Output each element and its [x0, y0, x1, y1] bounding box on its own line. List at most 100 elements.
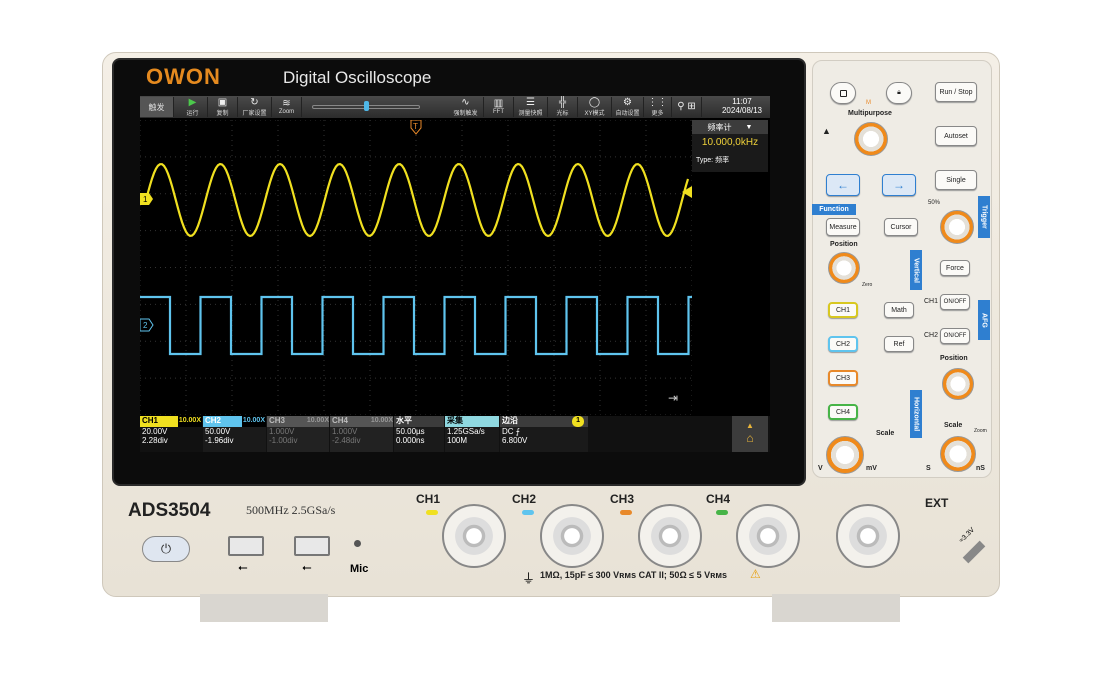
horizontal-position-knob[interactable]	[942, 368, 974, 400]
vertical-v-label: V	[818, 465, 823, 472]
math-button[interactable]: Math	[884, 302, 914, 318]
ch2-bnc-connector[interactable]	[540, 504, 604, 568]
timeline-position-marker[interactable]	[364, 101, 369, 111]
autoset-button[interactable]: Autoset	[935, 126, 977, 146]
toolbar-button-10[interactable]: ⋮⋮ 更多	[644, 97, 672, 117]
sample-rate: 1.25GSa/s	[447, 427, 485, 436]
horizontal-section-label: Horizontal	[910, 390, 922, 438]
vertical-position-knob[interactable]	[828, 252, 860, 284]
toolbar-label: 厂家设置	[242, 110, 267, 117]
ext-bnc-connector[interactable]	[836, 504, 900, 568]
toolbar-label: FFT	[493, 109, 504, 115]
toolbar-label: 运行	[186, 110, 199, 117]
left-arrow-button[interactable]: ←	[826, 174, 860, 196]
horizontal-s-label: S	[926, 465, 931, 472]
single-button[interactable]: Single	[935, 170, 977, 190]
toolbar-button-3[interactable]: ≋ Zoom	[272, 97, 302, 117]
toolbar-button-11[interactable]: ⚲ ⊞	[672, 97, 702, 117]
measure-button[interactable]: Measure	[826, 218, 860, 236]
ch4-status-name: CH4	[332, 416, 349, 425]
force-button[interactable]: Force	[940, 260, 970, 276]
waveform-display[interactable]: 1 2 T ⇥	[140, 120, 692, 415]
trigger-position-marker[interactable]: T	[410, 120, 422, 135]
ch4-button[interactable]: CH4	[828, 404, 858, 420]
trigger-level-knob[interactable]	[940, 210, 974, 244]
ch2-button[interactable]: CH2	[828, 336, 858, 352]
ch1-status[interactable]: CH1 10.00X 20.00V 2.28div	[140, 416, 202, 452]
ch2-status[interactable]: CH2 10.00X 50.00V -1.96div	[203, 416, 266, 452]
trigger-status-name: 边沿	[502, 416, 518, 425]
afg-ch1-onoff-button[interactable]: ON/OFF	[940, 294, 970, 310]
toolbar-button-2[interactable]: ↻ 厂家设置	[238, 97, 272, 117]
toolbar-label: 测量快照	[518, 110, 543, 117]
ch4-bnc-connector[interactable]	[736, 504, 800, 568]
usb-icon: ⭠	[302, 560, 312, 574]
toolbar-button-8[interactable]: ◯ XY模式	[578, 97, 612, 117]
measure-panel-header[interactable]: 频率计 ▼	[692, 120, 768, 134]
vertical-scale-label: Scale	[876, 430, 895, 437]
acquire-status[interactable]: 采集 1.25GSa/s 100M	[445, 416, 499, 452]
horizontal-offset: 0.000ns	[396, 436, 425, 445]
trigger-coupling: DC ⨍	[502, 427, 520, 436]
trigger-source-badge: 1	[572, 416, 584, 427]
ch2-color-indicator	[522, 510, 534, 515]
trigger-section-label: Trigger	[978, 196, 990, 238]
usb-port-1[interactable]	[228, 536, 264, 556]
horizontal-status[interactable]: 水平 50.00µs 0.000ns	[394, 416, 444, 452]
ch1-bnc-connector[interactable]	[442, 504, 506, 568]
multipurpose-knob[interactable]	[854, 122, 888, 156]
ch3-status[interactable]: CH3 10.00X 1.000V -1.00div	[267, 416, 329, 452]
toolbar-icon: ∿	[461, 96, 470, 108]
ch4-probe: 10.00X	[370, 417, 393, 424]
toolbar-button-7[interactable]: ╬ 光标	[548, 97, 578, 117]
clock: 11:07 2024/08/13	[716, 97, 768, 115]
ref-button[interactable]: Ref	[884, 336, 914, 352]
toolbar-icon: ⚙	[623, 96, 632, 108]
afg-ch2-onoff-button[interactable]: ON/OFF	[940, 328, 970, 344]
ch1-marker[interactable]: 1	[140, 193, 153, 205]
ch4-status[interactable]: CH4 10.00X 1.000V -2.48div	[330, 416, 393, 452]
toolbar-button-4[interactable]: ∿ 强制触发	[448, 97, 484, 117]
home-button[interactable]: ▲ ⌂	[732, 416, 768, 452]
model-name: ADS3504	[128, 500, 211, 521]
cursor-button[interactable]: Cursor	[884, 218, 918, 236]
trigger-status[interactable]: 边沿 1 DC ⨍ 6.800V	[500, 416, 588, 452]
ch2-marker[interactable]: 2	[140, 318, 154, 332]
ch3-button[interactable]: CH3	[828, 370, 858, 386]
ch1-waveform	[144, 162, 690, 238]
toolbar-button-0[interactable]: ▶ 运行	[178, 97, 208, 117]
toolbar-button-1[interactable]: ▣ 复制	[208, 97, 238, 117]
ch2-status-name: CH2	[205, 416, 222, 425]
right-arrow-button[interactable]: →	[882, 174, 916, 196]
toolbar-icon: ▶	[188, 96, 197, 108]
trigger-menu-button[interactable]: 触发	[140, 97, 174, 117]
ch1-button[interactable]: CH1	[828, 302, 858, 318]
ch2-scale: 50.00V	[203, 427, 266, 436]
lock-button[interactable]: 🔒︎	[886, 82, 912, 104]
toolbar-button-5[interactable]: ▥ FFT	[484, 97, 514, 117]
usb-icon: ⭠	[238, 560, 248, 574]
ch3-probe: 10.00X	[306, 417, 329, 424]
run-stop-button[interactable]: Run / Stop	[935, 82, 977, 102]
chevron-down-icon[interactable]: ▼	[746, 124, 753, 131]
ch3-bnc-connector[interactable]	[638, 504, 702, 568]
trigger-50-label: 50%	[928, 200, 941, 206]
horizontal-position-label: Position	[940, 355, 968, 362]
front-ch3-label: CH3	[610, 492, 635, 506]
toolbar-button-6[interactable]: ☰ 测量快照	[514, 97, 548, 117]
vertical-scale-knob[interactable]	[826, 436, 864, 474]
svg-text:2: 2	[143, 321, 148, 330]
stop-icon-button[interactable]	[830, 82, 856, 104]
vertical-mv-label: mV	[866, 465, 877, 472]
memory-depth: 100M	[447, 436, 468, 445]
toolbar-label: 强制触发	[453, 110, 478, 117]
device-title: Digital Oscilloscope	[283, 68, 432, 87]
horizontal-scale-knob[interactable]	[940, 436, 976, 472]
microphone-hole	[354, 540, 361, 547]
toolbar-button-9[interactable]: ⚙ 自动设置	[612, 97, 644, 117]
brand-logo: OWON	[146, 64, 221, 89]
usb-port-2[interactable]	[294, 536, 330, 556]
power-button[interactable]: ⏻	[142, 536, 190, 562]
ext-label: EXT	[925, 496, 949, 510]
model-spec: 500MHz 2.5GSa/s	[246, 503, 336, 517]
